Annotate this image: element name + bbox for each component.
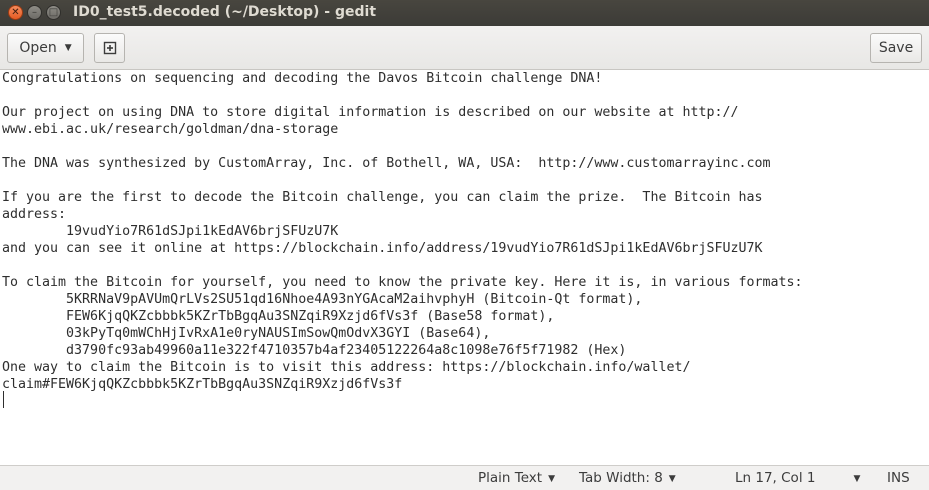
text-line: www.ebi.ac.uk/research/goldman/dna-stora…	[2, 122, 339, 137]
text-line: Congratulations on sequencing and decodi…	[2, 71, 603, 86]
text-line: 5KRRNaV9pAVUmQrLVs2SU51qd16Nhoe4A93nYGAc…	[2, 292, 643, 307]
open-label: Open	[19, 40, 57, 56]
maximize-window-button[interactable]: □	[46, 5, 61, 20]
text-line: d3790fc93ab49960a11e322f4710357b4af23405…	[2, 343, 627, 358]
window-title: ID0_test5.decoded (~/Desktop) - gedit	[73, 4, 377, 20]
dropdown-arrow-icon: ▼	[668, 474, 676, 484]
minimize-window-button[interactable]: –	[27, 5, 42, 20]
toolbar: Open ▼ Save	[0, 26, 929, 70]
text-line: If you are the first to decode the Bitco…	[2, 190, 763, 205]
dropdown-arrow-icon: ▼	[853, 474, 861, 484]
save-label: Save	[878, 40, 914, 56]
text-line: Our project on using DNA to store digita…	[2, 105, 739, 120]
new-tab-button[interactable]	[94, 33, 125, 63]
maximize-icon: □	[48, 6, 59, 18]
text-line: claim#FEW6KjqQKZcbbbk5KZrTbBgqAu3SNZqiR9…	[2, 377, 403, 392]
text-line: The DNA was synthesized by CustomArray, …	[2, 156, 771, 171]
text-line: 19vudYio7R61dSJpi1kEdAV6brjSFUzU7K	[2, 224, 339, 239]
text-line: FEW6KjqQKZcbbbk5KZrTbBgqAu3SNZqiR9Xzjd6f…	[2, 309, 555, 324]
text-line: To claim the Bitcoin for yourself, you n…	[2, 275, 803, 290]
text-line: 03kPyTq0mWChHjIvRxA1e0ryNAUSImSowQmOdvX3…	[2, 326, 491, 341]
insert-mode-label: INS	[887, 470, 910, 486]
tab-width-selector[interactable]: Tab Width: 8 ▼	[579, 470, 676, 486]
close-window-button[interactable]: ✕	[8, 5, 23, 20]
cursor-position-label: Ln 17, Col 1	[735, 470, 816, 486]
dropdown-arrow-icon: ▼	[548, 474, 555, 484]
text-line: and you can see it online at https://blo…	[2, 241, 763, 256]
text-line: One way to claim the Bitcoin is to visit…	[2, 360, 691, 375]
new-document-icon	[103, 41, 116, 55]
open-button[interactable]: Open ▼	[7, 33, 84, 63]
close-icon: ✕	[11, 6, 20, 18]
dropdown-arrow-icon: ▼	[64, 43, 72, 53]
text-editor[interactable]: Congratulations on sequencing and decodi…	[0, 70, 929, 465]
tab-width-label: Tab Width: 8	[579, 470, 663, 486]
cursor-position-selector[interactable]: Ln 17, Col 1 ▼	[735, 470, 860, 486]
text-line: address:	[2, 207, 67, 222]
save-button[interactable]: Save	[870, 33, 922, 63]
language-selector[interactable]: Plain Text ▼	[478, 470, 555, 486]
minimize-icon: –	[32, 6, 37, 18]
title-bar: ✕ – □ ID0_test5.decoded (~/Desktop) - ge…	[0, 0, 929, 26]
insert-mode-indicator: INS	[887, 470, 910, 486]
language-label: Plain Text	[478, 470, 543, 486]
status-bar: Plain Text ▼ Tab Width: 8 ▼ Ln 17, Col 1 ▼ …	[0, 465, 929, 490]
text-cursor	[3, 391, 4, 408]
